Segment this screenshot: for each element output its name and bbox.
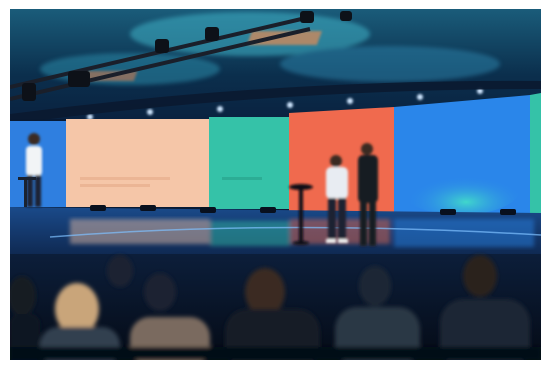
stage-scene: [10, 9, 541, 360]
screen-peach: [66, 119, 209, 207]
screen-teal: [209, 117, 289, 209]
screen-swirl-graphic: [400, 163, 520, 215]
image-frame: [0, 0, 551, 369]
screen-teal-edge: [530, 93, 541, 215]
stage-photo: [10, 9, 541, 360]
